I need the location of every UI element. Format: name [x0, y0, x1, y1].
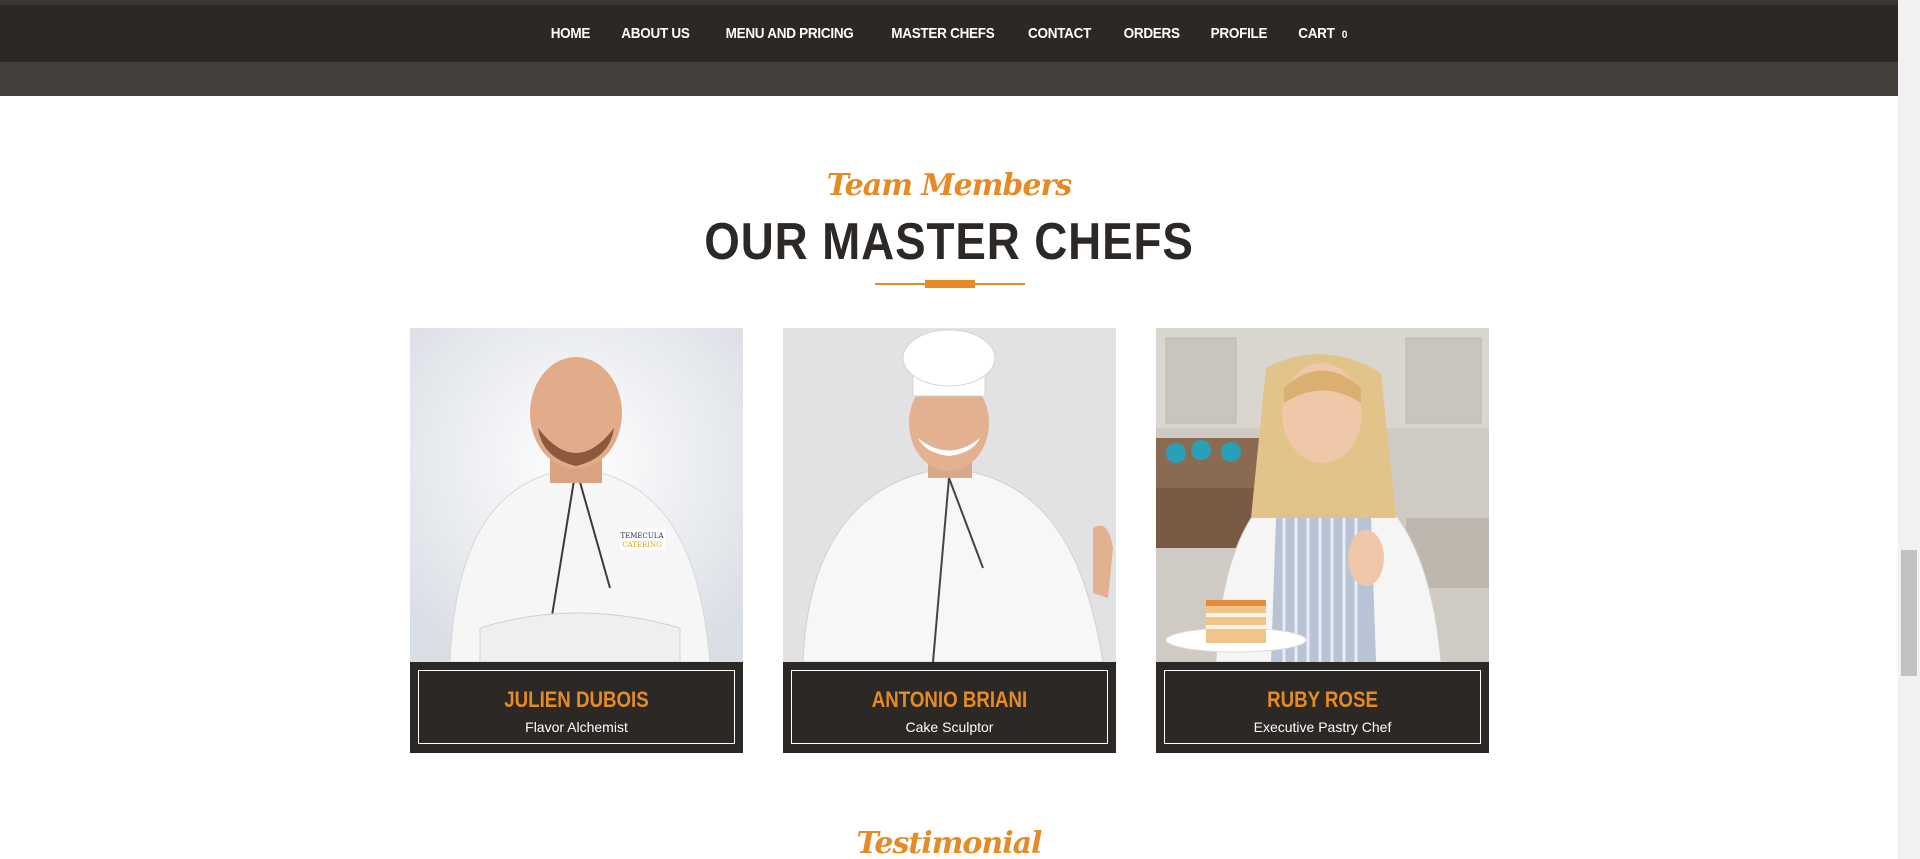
chef-card[interactable]: RUBY ROSE Executive Pastry Chef [1156, 328, 1489, 753]
header-banner-edge [0, 62, 1898, 96]
chef-photo [1156, 328, 1489, 662]
nav-master-chefs[interactable]: MASTER CHEFS [880, 25, 1006, 42]
chef-photo: TEMECULA CATERING [410, 328, 743, 662]
chef-card[interactable]: TEMECULA CATERING JULIEN DUBOIS Flavor A… [410, 328, 743, 753]
chef-info: JULIEN DUBOIS Flavor Alchemist [410, 662, 743, 753]
chef-card[interactable]: ANTONIO BRIANI Cake Sculptor [783, 328, 1116, 753]
chef-info: ANTONIO BRIANI Cake Sculptor [783, 662, 1116, 753]
page-scrollbar[interactable] [1898, 0, 1920, 859]
testimonial-subtitle: Testimonial [856, 826, 1043, 859]
nav-home[interactable]: HOME [539, 25, 601, 42]
chef-name: ANTONIO BRIANI [871, 687, 1028, 712]
chef-photo [783, 328, 1116, 662]
nav-menu-and-pricing[interactable]: MENU AND PRICING [714, 25, 864, 42]
svg-text:TEMECULA: TEMECULA [620, 532, 664, 540]
nav-profile[interactable]: PROFILE [1199, 25, 1278, 42]
section-title: OUR MASTER CHEFS [704, 213, 1194, 271]
chef-info: RUBY ROSE Executive Pastry Chef [1156, 662, 1489, 753]
chef-role: Flavor Alchemist [525, 719, 628, 735]
section-subtitle: Team Members [826, 168, 1072, 203]
chef-info-frame: JULIEN DUBOIS Flavor Alchemist [418, 670, 735, 744]
cart-count-badge: 0 [1341, 29, 1348, 41]
nav-orders[interactable]: ORDERS [1112, 25, 1191, 42]
chef-name: RUBY ROSE [1267, 687, 1378, 712]
svg-text:CATERING: CATERING [622, 541, 662, 549]
main-nav: HOME ABOUT US MENU AND PRICING MASTER CH… [0, 5, 1898, 62]
nav-about-us[interactable]: ABOUT US [610, 25, 701, 42]
nav-cart[interactable]: CART 0 [1287, 25, 1358, 42]
scrollbar-thumb[interactable] [1901, 550, 1917, 676]
chef-role: Cake Sculptor [905, 719, 994, 735]
chef-role: Executive Pastry Chef [1253, 719, 1392, 735]
chef-info-frame: ANTONIO BRIANI Cake Sculptor [791, 670, 1108, 744]
nav-cart-label: CART [1298, 25, 1335, 42]
chef-info-frame: RUBY ROSE Executive Pastry Chef [1164, 670, 1481, 744]
nav-contact[interactable]: CONTACT [1017, 25, 1103, 42]
chef-name: JULIEN DUBOIS [504, 687, 649, 712]
title-divider-accent [925, 280, 975, 288]
